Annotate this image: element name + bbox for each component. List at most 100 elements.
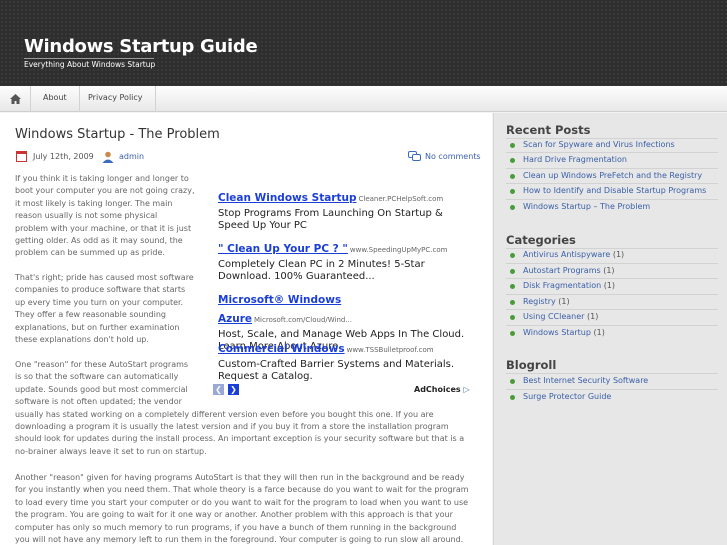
main-nav: About Privacy Policy	[0, 86, 727, 112]
bullet-icon	[510, 205, 515, 210]
text-line: usually has stated working on a complete…	[15, 409, 434, 419]
recent-post-link[interactable]: Windows Startup – The Problem	[523, 202, 650, 211]
recent-post-link[interactable]: How to Identify and Disable Startup Prog…	[523, 186, 706, 195]
category-label: Autostart Programs	[523, 266, 601, 275]
category-count: (1)	[586, 312, 599, 321]
text-line: problem can be summed up as pride.	[15, 248, 165, 258]
blogroll-link[interactable]: Best Internet Security Software	[523, 376, 648, 385]
bullet-icon	[510, 300, 515, 305]
text-line: getting older. As odd as it may sound, t…	[15, 236, 183, 246]
category-count: (1)	[558, 297, 570, 306]
bullet-icon	[510, 395, 515, 400]
category-link[interactable]: Disk Fragmentation (1)	[523, 281, 615, 290]
category-link[interactable]: Using CCleaner (1)	[523, 312, 598, 321]
divider	[506, 138, 718, 139]
divider	[506, 278, 718, 279]
category-label: Windows Startup	[523, 328, 591, 337]
nav-home-button[interactable]	[0, 86, 31, 112]
divider	[506, 325, 718, 326]
ad-title-link[interactable]: Commercial Windows	[218, 343, 345, 355]
ad-desc-line: Completely Clean PC in 2 Minutes! 5-Star	[218, 259, 425, 270]
divider	[506, 373, 718, 374]
divider	[506, 248, 718, 249]
ad-item: " Clean Up Your PC ? " www.SpeedingUpMyPC…	[218, 237, 447, 283]
text-line: no-brainer always leave it set to run on…	[15, 446, 207, 456]
home-icon	[9, 94, 21, 104]
category-count: (1)	[593, 328, 605, 337]
recent-post-link[interactable]: Clean up Windows PreFetch and the Regist…	[523, 171, 702, 180]
ad-prev-button[interactable]: ❮	[213, 384, 224, 395]
divider	[506, 309, 718, 310]
bullet-icon	[510, 331, 515, 336]
adchoices-link[interactable]: AdChoices ▷	[414, 385, 470, 394]
recent-post-link[interactable]: Scan for Spyware and Virus Infections	[523, 140, 675, 149]
category-label: Registry	[523, 297, 556, 306]
text-line: downloading a program it is usually the …	[15, 422, 449, 432]
ad-url[interactable]: Cleaner.PCHelpSoft.com	[359, 195, 444, 203]
calendar-icon	[16, 151, 27, 162]
adchoices-label: AdChoices	[414, 385, 461, 394]
site-tagline: Everything About Windows Startup	[24, 60, 156, 69]
text-line: computer has only so much memory to run …	[15, 522, 457, 532]
site-title[interactable]: Windows Startup Guide	[24, 36, 258, 57]
text-line: reason usually is not some physical	[15, 211, 158, 221]
text-line: should look for updates during the insta…	[15, 434, 465, 444]
bullet-icon	[510, 174, 515, 179]
category-count: (1)	[603, 266, 615, 275]
tagline-divider	[24, 58, 154, 59]
category-label: Using CCleaner	[523, 312, 585, 321]
text-line: it most likely is taking longer. The mai…	[15, 198, 173, 208]
ad-desc-line: Custom-Crafted Barrier Systems and Mater…	[218, 359, 455, 370]
text-line: for you instantly when you need them. Th…	[15, 485, 469, 495]
bullet-icon	[510, 315, 515, 320]
category-link[interactable]: Registry (1)	[523, 297, 570, 306]
bullet-icon	[510, 189, 515, 194]
site-header: Windows Startup Guide Everything About W…	[0, 0, 727, 86]
ad-url[interactable]: www.TSSBulletproof.com	[347, 346, 434, 354]
blogroll-link[interactable]: Surge Protector Guide	[523, 392, 611, 401]
ad-title-link[interactable]: " Clean Up Your PC ? "	[218, 243, 348, 255]
recent-post-link[interactable]: Hard Drive Fragmentation	[523, 155, 627, 164]
bullet-icon	[510, 269, 515, 274]
post-comments-link[interactable]: No comments	[425, 152, 481, 161]
text-line: If you think it is taking longer and lon…	[15, 174, 189, 183]
ad-title-link[interactable]: Clean Windows Startup	[218, 192, 357, 204]
text-line: Another "reason" given for having progra…	[15, 473, 465, 482]
chevron-left-icon: ❮	[215, 385, 222, 394]
divider	[506, 294, 718, 295]
text-line: problem with your machine, or that it is…	[15, 223, 192, 233]
nav-item-privacy-policy[interactable]: Privacy Policy	[76, 86, 156, 112]
ad-description: Stop Programs From Launching On Startup …	[218, 208, 443, 232]
category-link[interactable]: Autostart Programs (1)	[523, 266, 615, 275]
ad-block: Clean Windows Startup Cleaner.PCHelpSoft.…	[213, 184, 475, 400]
ad-url[interactable]: Microsoft.com/Cloud/Wind...	[254, 316, 352, 324]
divider	[506, 152, 718, 153]
category-link[interactable]: Antivirus Antispyware (1)	[523, 250, 624, 259]
ad-next-button[interactable]: ❯	[228, 384, 239, 395]
post-author-link[interactable]: admin	[119, 152, 144, 161]
divider	[506, 183, 718, 184]
text-line: up every time you turn on your computer.	[15, 297, 184, 307]
ad-desc-line: Download. 100% Guaranteed...	[218, 271, 375, 282]
nav-item-about[interactable]: About	[31, 86, 80, 112]
sidebar: Recent Posts Scan for Spyware and Virus …	[493, 113, 727, 545]
ad-desc-line: Stop Programs From Launching On Startup …	[218, 208, 443, 219]
bullet-icon	[510, 284, 515, 289]
divider	[506, 263, 718, 264]
text-line: They offer a few reasonable sounding	[15, 310, 166, 320]
post-paragraph: That's right; pride has caused most soft…	[15, 272, 194, 346]
text-line: companies to produce software that start…	[15, 285, 186, 295]
category-count: (1)	[612, 250, 625, 259]
ad-url[interactable]: www.SpeedingUpMyPC.com	[350, 246, 448, 254]
text-line: That's right; pride has caused most soft…	[15, 273, 194, 282]
category-label: Disk Fragmentation	[523, 281, 602, 290]
category-count: (1)	[603, 281, 616, 290]
chevron-right-icon: ❯	[230, 385, 237, 394]
post-title[interactable]: Windows Startup - The Problem	[15, 127, 220, 142]
post-paragraph: If you think it is taking longer and lon…	[15, 173, 195, 260]
category-label: Antivirus Antispyware	[523, 250, 611, 259]
bullet-icon	[510, 253, 515, 258]
category-link[interactable]: Windows Startup (1)	[523, 328, 605, 337]
post-paragraph: Another "reason" given for having progra…	[15, 472, 469, 545]
divider	[506, 199, 718, 200]
